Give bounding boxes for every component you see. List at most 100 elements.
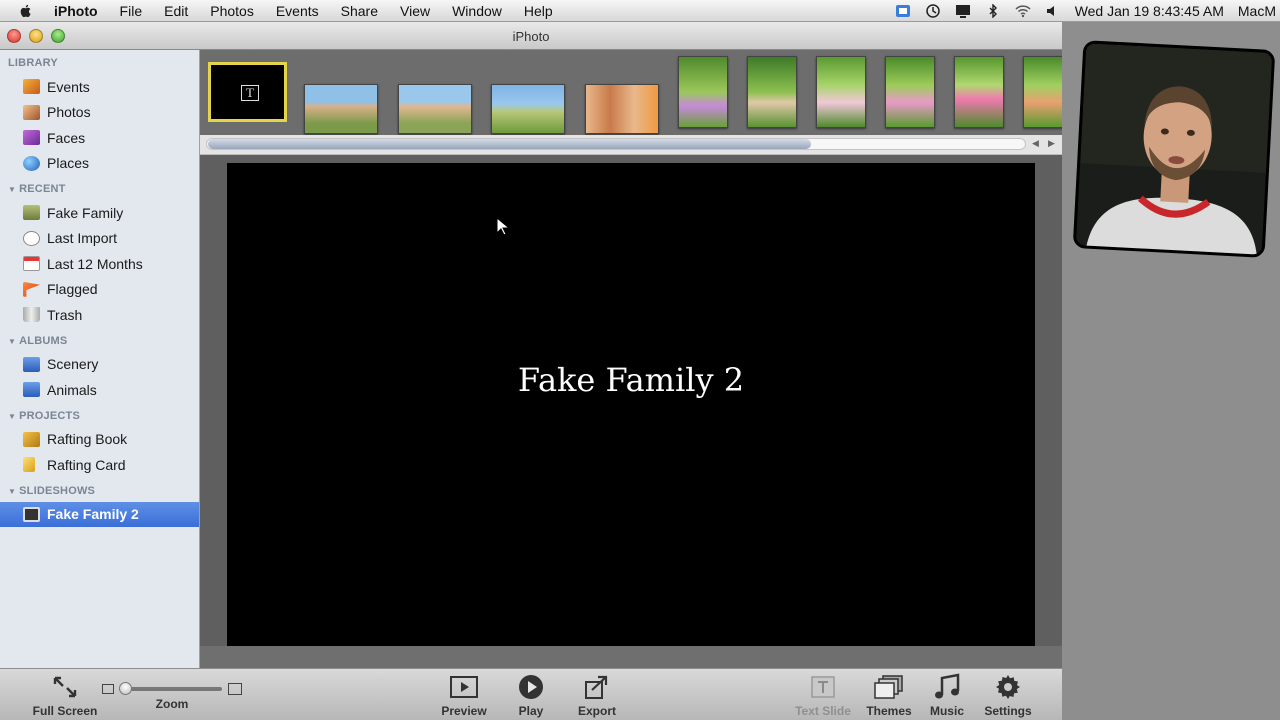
globe-icon: [23, 155, 40, 171]
sidebar-item-faces[interactable]: Faces: [0, 125, 199, 151]
section-slideshows[interactable]: ▼ SLIDESHOWS: [0, 478, 199, 502]
apple-menu-icon[interactable]: [18, 3, 34, 19]
photo-thumbnail[interactable]: [398, 84, 472, 134]
photo-thumbnail[interactable]: [954, 56, 1004, 128]
themes-icon: [874, 673, 904, 701]
calendar-icon: [23, 256, 40, 272]
album-icon: [23, 356, 40, 372]
webcam-overlay: [1072, 40, 1276, 258]
source-list: LIBRARY Events Photos Faces Places ▼ RECE…: [0, 50, 200, 668]
flag-icon: [23, 281, 40, 297]
menu-share[interactable]: Share: [330, 3, 389, 19]
music-note-icon: [933, 673, 961, 701]
menu-bar: iPhoto File Edit Photos Events Share Vie…: [0, 0, 1280, 22]
slide-title[interactable]: Fake Family 2: [227, 361, 1035, 399]
disclosure-triangle-icon[interactable]: ▼: [8, 329, 16, 355]
sidebar-item-photos[interactable]: Photos: [0, 100, 199, 126]
photo-thumbnail[interactable]: [1023, 56, 1062, 128]
export-button[interactable]: Export: [570, 669, 624, 720]
full-screen-icon: [52, 673, 78, 701]
slideshow-icon: [23, 506, 40, 522]
scroll-left-arrow-icon[interactable]: ◀: [1032, 138, 1039, 149]
themes-button[interactable]: Themes: [862, 669, 916, 720]
text-slide-thumbnail[interactable]: T: [208, 62, 287, 122]
presenter-video: [1075, 43, 1276, 258]
iphoto-window: iPhoto LIBRARY Events Photos Faces Place…: [0, 22, 1062, 720]
album-icon: [23, 382, 40, 398]
play-icon: [518, 673, 544, 701]
mouse-cursor-icon: [496, 216, 511, 240]
section-library[interactable]: LIBRARY: [0, 50, 199, 74]
text-slide-button[interactable]: Text Slide: [790, 669, 856, 720]
photo-thumbnail[interactable]: [491, 84, 565, 134]
sidebar-item-fake-family[interactable]: Fake Family: [0, 200, 199, 226]
sidebar-item-fake-family-2[interactable]: Fake Family 2: [0, 501, 199, 527]
sidebar-item-rafting-card[interactable]: Rafting Card: [0, 452, 199, 478]
disclosure-triangle-icon[interactable]: ▼: [8, 177, 16, 203]
sidebar-item-last-12-months[interactable]: Last 12 Months: [0, 251, 199, 277]
bottom-toolbar: Full Screen Zoom Preview Play Export Tex…: [0, 668, 1062, 720]
event-icon: [23, 205, 40, 221]
title-bar[interactable]: iPhoto: [0, 22, 1062, 50]
dashboard-icon[interactable]: [895, 4, 911, 18]
app-menu[interactable]: iPhoto: [48, 3, 109, 19]
photo-thumbnail[interactable]: [816, 56, 866, 128]
sidebar-item-places[interactable]: Places: [0, 151, 199, 177]
menu-extras: Wed Jan 19 8:43:45 AM MacM: [895, 0, 1280, 21]
events-icon: [23, 79, 40, 95]
export-icon: [584, 673, 610, 701]
time-machine-icon[interactable]: [925, 4, 941, 18]
disclosure-triangle-icon[interactable]: ▼: [8, 479, 16, 505]
menu-photos[interactable]: Photos: [199, 3, 265, 19]
clock-icon: [23, 230, 40, 246]
full-screen-button[interactable]: Full Screen: [30, 669, 100, 720]
wifi-icon[interactable]: [1015, 4, 1031, 18]
photo-thumbnail[interactable]: [585, 84, 659, 134]
photo-thumbnail[interactable]: [678, 56, 728, 128]
scroll-right-arrow-icon[interactable]: ▶: [1048, 138, 1055, 149]
gear-icon: [995, 673, 1021, 701]
menu-window[interactable]: Window: [441, 3, 513, 19]
text-slide-icon: [810, 673, 836, 701]
preview-button[interactable]: Preview: [436, 669, 492, 720]
book-icon: [23, 431, 40, 447]
photos-icon: [23, 104, 40, 120]
trash-icon: [23, 307, 40, 323]
sidebar-item-scenery[interactable]: Scenery: [0, 352, 199, 378]
filmstrip-scrollbar[interactable]: ◀ ▶: [200, 135, 1062, 155]
text-slide-icon: T: [241, 85, 259, 101]
bluetooth-icon[interactable]: [985, 3, 1001, 19]
menu-view[interactable]: View: [389, 3, 441, 19]
zoom-label: Zoom: [155, 697, 189, 711]
zoom-large-icon: [228, 683, 242, 695]
scroll-thumb[interactable]: [208, 139, 811, 149]
play-button[interactable]: Play: [506, 669, 556, 720]
sidebar-item-trash[interactable]: Trash: [0, 302, 199, 328]
photo-thumbnail[interactable]: [304, 84, 378, 134]
volume-icon[interactable]: [1045, 4, 1061, 18]
settings-button[interactable]: Settings: [980, 669, 1036, 720]
section-projects[interactable]: ▼ PROJECTS: [0, 403, 199, 427]
section-recent[interactable]: ▼ RECENT: [0, 176, 199, 200]
menu-clock[interactable]: Wed Jan 19 8:43:45 AM: [1075, 3, 1224, 19]
photo-thumbnail[interactable]: [885, 56, 935, 128]
menu-events[interactable]: Events: [265, 3, 330, 19]
slide-canvas[interactable]: Fake Family 2: [227, 163, 1035, 646]
user-menu[interactable]: MacM: [1238, 3, 1276, 19]
sidebar-item-animals[interactable]: Animals: [0, 377, 199, 403]
menu-help[interactable]: Help: [513, 3, 564, 19]
card-icon: [23, 457, 35, 473]
music-button[interactable]: Music: [924, 669, 970, 720]
menu-file[interactable]: File: [109, 3, 154, 19]
zoom-knob[interactable]: [119, 682, 132, 695]
sidebar-item-flagged[interactable]: Flagged: [0, 277, 199, 303]
menu-edit[interactable]: Edit: [153, 3, 199, 19]
disclosure-triangle-icon[interactable]: ▼: [8, 404, 16, 430]
sidebar-item-rafting-book[interactable]: Rafting Book: [0, 427, 199, 453]
display-icon[interactable]: [955, 4, 971, 18]
section-albums[interactable]: ▼ ALBUMS: [0, 328, 199, 352]
photo-thumbnail[interactable]: [747, 56, 797, 128]
preview-icon: [450, 673, 478, 701]
sidebar-item-last-import[interactable]: Last Import: [0, 226, 199, 252]
sidebar-item-events[interactable]: Events: [0, 74, 199, 100]
